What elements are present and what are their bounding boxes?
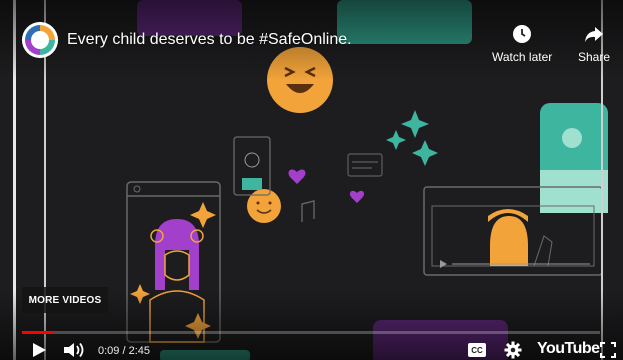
channel-logo[interactable] bbox=[22, 22, 58, 58]
title-bar: Every child deserves to be #SafeOnline. bbox=[22, 22, 352, 58]
settings-button[interactable] bbox=[503, 341, 523, 359]
boy-avatar bbox=[490, 216, 528, 266]
music-note bbox=[301, 200, 315, 222]
sparkle-teal-1 bbox=[401, 110, 429, 138]
progress-played bbox=[22, 331, 54, 334]
more-videos-button[interactable]: MORE VIDEOS bbox=[22, 287, 108, 313]
volume-icon bbox=[64, 342, 84, 358]
control-bar: 0:09 / 2:45 CC YouTube bbox=[0, 336, 623, 360]
youtube-logo[interactable]: YouTube bbox=[537, 340, 600, 358]
watch-later-label: Watch later bbox=[492, 50, 553, 64]
fullscreen-icon bbox=[600, 342, 616, 358]
fullscreen-button[interactable] bbox=[598, 341, 618, 359]
clock-icon bbox=[513, 25, 532, 43]
volume-button[interactable] bbox=[62, 341, 86, 359]
sparkle-orange-1 bbox=[190, 202, 216, 228]
smiling-emoji bbox=[247, 189, 281, 223]
watch-later-button[interactable]: Watch later bbox=[492, 24, 552, 64]
video-title[interactable]: Every child deserves to be #SafeOnline. bbox=[67, 31, 352, 49]
play-button[interactable] bbox=[28, 341, 50, 359]
heart-2 bbox=[349, 190, 365, 203]
video-player[interactable]: Every child deserves to be #SafeOnline. … bbox=[0, 0, 623, 360]
channel-logo-icon bbox=[22, 22, 58, 58]
chat-box bbox=[347, 153, 383, 177]
settings-icon bbox=[504, 341, 522, 359]
svg-text:CC: CC bbox=[471, 346, 483, 355]
share-icon bbox=[585, 27, 604, 42]
progress-bar[interactable] bbox=[22, 331, 600, 334]
play-icon bbox=[33, 343, 46, 357]
captions-button[interactable]: CC bbox=[467, 342, 487, 358]
captions-icon: CC bbox=[468, 343, 486, 357]
sparkle-teal-3 bbox=[412, 140, 438, 166]
share-label: Share bbox=[578, 50, 611, 64]
share-button[interactable]: Share bbox=[578, 24, 610, 64]
time-display: 0:09 / 2:45 bbox=[98, 345, 150, 357]
sparkle-teal-2 bbox=[386, 130, 406, 150]
heart-1 bbox=[288, 169, 306, 184]
